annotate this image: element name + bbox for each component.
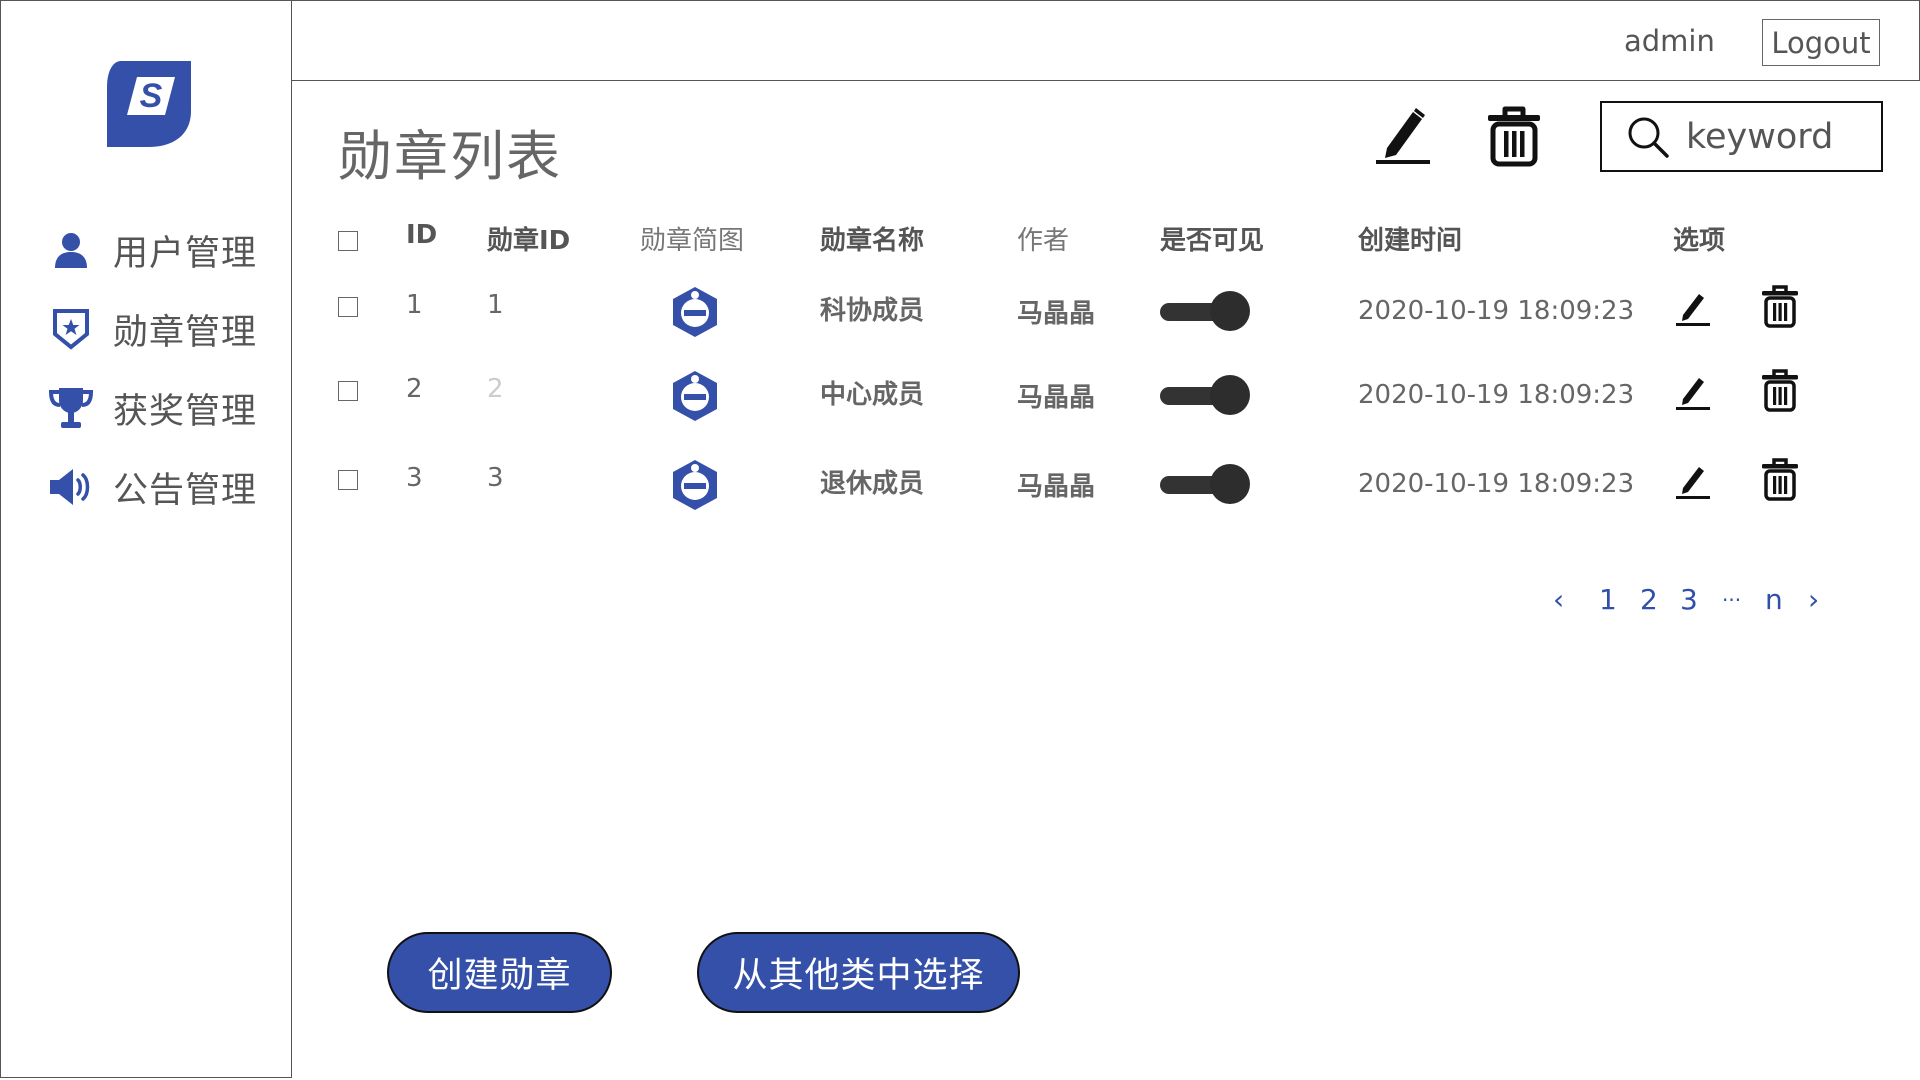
sidebar-item-label: 获奖管理 — [113, 391, 258, 432]
edit-icon[interactable] — [1674, 289, 1712, 327]
row-medal-name: 中心成员 — [820, 380, 925, 410]
visibility-toggle[interactable] — [1160, 291, 1250, 331]
select-all-checkbox[interactable] — [338, 231, 358, 251]
app-logo-icon: S — [107, 61, 191, 147]
row-created-time: 2020-10-19 18:09:23 — [1358, 296, 1635, 326]
pagination-page[interactable]: 2 — [1640, 583, 1658, 616]
shield-star-icon — [47, 305, 95, 353]
column-header-medal-id: 勋章ID — [487, 226, 571, 256]
row-medal-id: 1 — [487, 290, 504, 320]
sidebar-item-announcements[interactable]: 公告管理 — [47, 460, 257, 514]
pagination-page[interactable]: n — [1765, 583, 1783, 616]
page-title: 勋章列表 — [338, 125, 562, 188]
pagination-next[interactable]: › — [1808, 583, 1819, 616]
sidebar-item-label: 勋章管理 — [113, 312, 258, 353]
search-box — [1600, 101, 1883, 172]
create-medal-button[interactable]: 创建勋章 — [387, 932, 612, 1013]
edit-icon[interactable] — [1674, 462, 1712, 500]
delete-icon[interactable] — [1760, 285, 1800, 329]
row-author: 马晶晶 — [1017, 383, 1096, 413]
row-author: 马晶晶 — [1017, 472, 1096, 502]
row-id: 2 — [406, 374, 423, 404]
megaphone-icon — [47, 463, 95, 511]
pagination-prev[interactable]: ‹ — [1553, 583, 1564, 616]
delete-icon[interactable] — [1760, 369, 1800, 413]
pagination-ellipsis: ··· — [1722, 588, 1742, 612]
column-header-created: 创建时间 — [1358, 226, 1463, 256]
column-header-visible: 是否可见 — [1160, 226, 1265, 256]
sidebar-item-awards[interactable]: 获奖管理 — [47, 381, 257, 435]
row-id: 1 — [406, 290, 423, 320]
user-icon — [47, 226, 95, 274]
edit-icon[interactable] — [1372, 104, 1434, 166]
row-medal-name: 退休成员 — [820, 469, 925, 499]
sidebar-item-label: 公告管理 — [113, 470, 258, 511]
visibility-toggle[interactable] — [1160, 375, 1250, 415]
visibility-toggle[interactable] — [1160, 464, 1250, 504]
row-checkbox[interactable] — [338, 297, 358, 317]
sidebar-item-users[interactable]: 用户管理 — [47, 223, 257, 277]
medal-badge-icon — [673, 371, 717, 421]
svg-text:S: S — [140, 77, 163, 115]
column-header-medal-image: 勋章简图 — [640, 226, 745, 256]
delete-icon[interactable] — [1485, 106, 1543, 168]
medal-badge-icon — [673, 460, 717, 510]
pagination-page[interactable]: 1 — [1599, 583, 1617, 616]
row-created-time: 2020-10-19 18:09:23 — [1358, 469, 1635, 499]
logout-button[interactable]: Logout — [1762, 19, 1880, 66]
row-id: 3 — [406, 463, 423, 493]
row-checkbox[interactable] — [338, 381, 358, 401]
column-header-medal-name: 勋章名称 — [820, 226, 925, 256]
sidebar-item-label: 用户管理 — [113, 233, 258, 274]
row-medal-name: 科协成员 — [820, 296, 925, 326]
current-user: admin — [1624, 24, 1715, 58]
trophy-icon — [47, 384, 95, 432]
column-header-options: 选项 — [1673, 226, 1726, 256]
sidebar: S 用户管理 勋章管理 获奖管理 公告管理 — [0, 0, 292, 1078]
edit-icon[interactable] — [1674, 373, 1712, 411]
search-icon — [1628, 117, 1669, 158]
search-input[interactable] — [1684, 115, 1868, 158]
select-from-other-button[interactable]: 从其他类中选择 — [697, 932, 1020, 1013]
row-author: 马晶晶 — [1017, 299, 1096, 329]
row-created-time: 2020-10-19 18:09:23 — [1358, 380, 1635, 410]
column-header-author: 作者 — [1017, 226, 1070, 256]
column-header-id: ID — [406, 220, 438, 250]
pagination-page[interactable]: 3 — [1680, 583, 1698, 616]
medal-badge-icon — [673, 287, 717, 337]
delete-icon[interactable] — [1760, 458, 1800, 502]
row-medal-id: 3 — [487, 463, 504, 493]
row-checkbox[interactable] — [338, 470, 358, 490]
sidebar-item-medals[interactable]: 勋章管理 — [47, 302, 257, 356]
row-medal-id: 2 — [487, 374, 504, 404]
